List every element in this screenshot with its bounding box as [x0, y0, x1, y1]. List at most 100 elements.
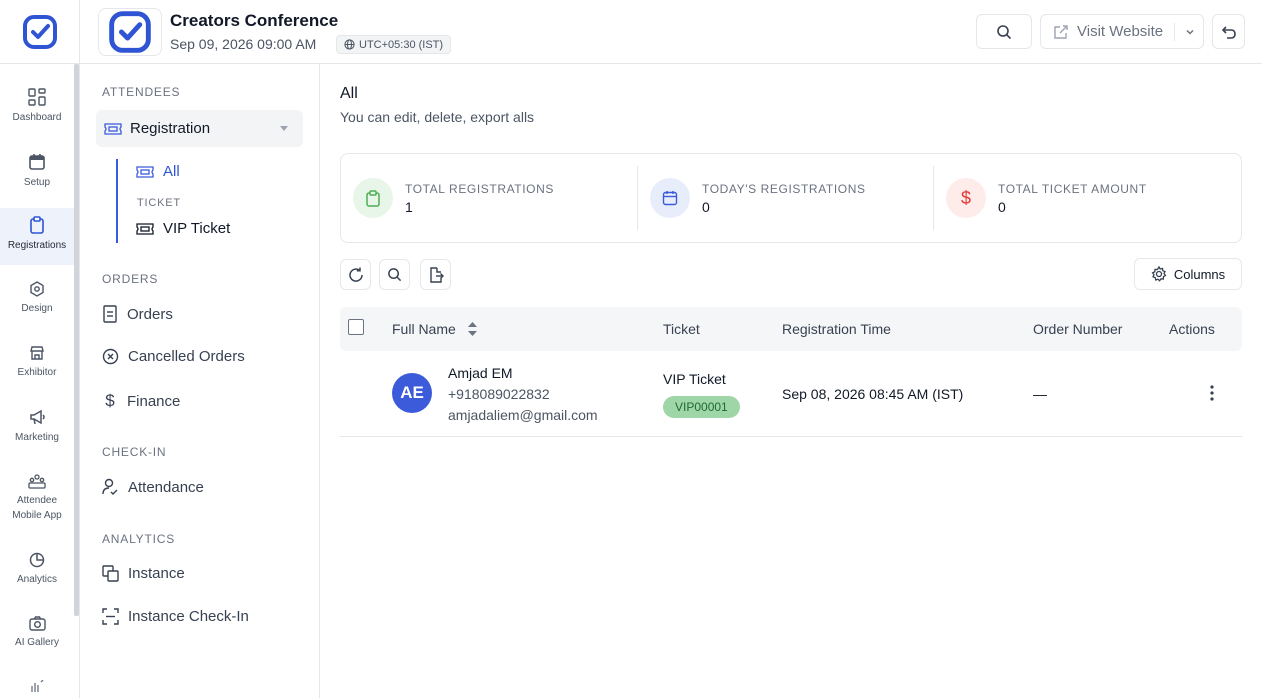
nav-setup[interactable]: Setup: [0, 153, 74, 201]
sidebar-item-finance[interactable]: $ Finance: [102, 391, 180, 411]
export-button[interactable]: [420, 259, 451, 290]
ticket-icon: [136, 222, 154, 235]
sidebar-item-attendance-label: Attendance: [128, 478, 204, 496]
stat-todays-registrations: TODAY'S REGISTRATIONS 0: [650, 154, 866, 242]
nav-exhibitor[interactable]: Exhibitor: [0, 345, 74, 393]
sidebar-item-all-label: All: [163, 163, 180, 180]
top-header: Creators Conference Sep 09, 2026 09:00 A…: [80, 0, 1262, 64]
stat-divider: [637, 166, 638, 230]
sidebar-item-cancelled-orders[interactable]: Cancelled Orders: [102, 348, 245, 365]
stats-card: TOTAL REGISTRATIONS 1 TODAY'S REGISTRATI…: [340, 153, 1242, 243]
page-subtitle: You can edit, delete, export alls: [340, 109, 535, 125]
page-title: All: [340, 85, 358, 102]
sort-icon[interactable]: [467, 322, 477, 336]
main-content: All You can edit, delete, export alls TO…: [320, 64, 1262, 698]
stat-value: 0: [998, 198, 1006, 215]
nav-dashboard[interactable]: Dashboard: [0, 88, 74, 136]
stat-label: TODAY'S REGISTRATIONS: [702, 181, 866, 196]
chevron-down-icon[interactable]: [1185, 27, 1195, 37]
header-full-name[interactable]: Full Name: [392, 321, 477, 337]
event-date: Sep 09, 2026 09:00 AM: [170, 36, 317, 52]
sidebar-item-instance-label: Instance: [128, 565, 185, 582]
megaphone-icon: [29, 409, 45, 425]
export-icon: [429, 266, 444, 283]
sidebar-item-finance-label: Finance: [127, 392, 181, 410]
sidebar-item-cancelled-label: Cancelled Orders: [128, 348, 245, 365]
dollar-icon: $: [960, 187, 971, 208]
header-order-number: Order Number: [1033, 321, 1123, 337]
table-search-button[interactable]: [379, 259, 410, 290]
clipboard-icon: [366, 189, 380, 207]
stat-divider: [933, 166, 934, 230]
row-actions-button[interactable]: [1210, 385, 1214, 406]
stat-label: TOTAL TICKET AMOUNT: [998, 181, 1147, 196]
section-ticket: TICKET: [137, 197, 181, 209]
avatar: AE: [392, 373, 432, 413]
nav-ai-gallery[interactable]: AI Gallery: [0, 616, 74, 664]
calendar-icon: [662, 191, 678, 206]
caret-down-icon: [280, 126, 288, 131]
stat-icon-wrap: [353, 178, 393, 218]
globe-icon: [344, 39, 355, 50]
sidebar-item-orders[interactable]: Orders: [102, 305, 173, 323]
nav-dashboard-label: Dashboard: [12, 112, 62, 123]
nav-design[interactable]: Design: [0, 281, 74, 329]
clipboard-icon: [30, 216, 44, 234]
stat-value: 0: [702, 198, 710, 215]
app-logo[interactable]: [0, 0, 79, 64]
dashboard-icon: [28, 88, 46, 106]
cancel-circle-icon: [102, 348, 119, 365]
sidebar-item-vip-ticket[interactable]: VIP Ticket: [136, 220, 230, 237]
store-icon: [30, 346, 44, 360]
refresh-button[interactable]: [340, 259, 371, 290]
nav-analytics[interactable]: Analytics: [0, 552, 74, 600]
nav-attendee-app[interactable]: Attendee Mobile App: [0, 473, 74, 529]
select-all-checkbox[interactable]: [348, 319, 364, 335]
search-icon: [388, 268, 402, 282]
scan-icon: [102, 608, 119, 625]
design-icon: [30, 281, 44, 297]
broadcast-icon: [31, 680, 44, 692]
section-attendees: ATTENDEES: [102, 85, 181, 99]
sidebar-item-orders-label: Orders: [127, 305, 173, 323]
nav-registrations[interactable]: Registrations: [0, 208, 74, 265]
main-nav-rail: Dashboard Setup Registrations Design Exh…: [0, 0, 80, 698]
ticket-name: VIP Ticket: [663, 371, 726, 387]
dollar-icon: $: [105, 391, 115, 410]
columns-button[interactable]: Columns: [1134, 258, 1242, 290]
header-registration-time: Registration Time: [782, 321, 891, 337]
attendee-name: Amjad EM: [448, 365, 513, 381]
registration-label: Registration: [130, 120, 211, 137]
sidebar-item-all[interactable]: All: [136, 163, 180, 180]
undo-icon: [1221, 25, 1236, 39]
nav-marketing[interactable]: Marketing: [0, 409, 74, 457]
header-actions: Actions: [1169, 321, 1215, 337]
stat-label: TOTAL REGISTRATIONS: [405, 181, 554, 196]
secondary-sidebar: ATTENDEES Registration All TICKET VIP Ti…: [80, 64, 320, 698]
app-logo-icon: [22, 14, 57, 49]
search-icon: [997, 24, 1012, 39]
stat-icon-wrap: $: [946, 178, 986, 218]
stat-total-registrations: TOTAL REGISTRATIONS 1: [353, 154, 554, 242]
ticket-code-badge: VIP00001: [663, 396, 740, 418]
rail-scrollbar[interactable]: [74, 64, 79, 616]
nav-registrations-label: Registrations: [7, 240, 67, 251]
sidebar-item-instance[interactable]: Instance: [102, 565, 185, 582]
sidebar-item-attendance[interactable]: Attendance: [102, 478, 204, 496]
undo-button[interactable]: [1212, 14, 1245, 49]
registration-dropdown[interactable]: Registration: [96, 110, 303, 147]
tree-line: [116, 159, 118, 243]
nav-design-label: Design: [21, 303, 53, 314]
timezone-badge: UTC+05:30 (IST): [336, 35, 452, 54]
camera-icon: [28, 616, 46, 631]
sidebar-item-instance-checkin-label: Instance Check-In: [128, 608, 249, 625]
sidebar-item-instance-checkin[interactable]: Instance Check-In: [102, 608, 249, 625]
nav-more[interactable]: [0, 680, 74, 698]
more-vertical-icon: [1210, 385, 1214, 401]
stat-value: 1: [405, 198, 413, 215]
header-ticket: Ticket: [663, 321, 700, 337]
visit-website-button[interactable]: Visit Website: [1040, 14, 1204, 49]
table-row[interactable]: AE Amjad EM +918089022832 amjadaliem@gma…: [340, 351, 1242, 437]
section-checkin: CHECK-IN: [102, 445, 167, 459]
search-button[interactable]: [976, 14, 1032, 49]
